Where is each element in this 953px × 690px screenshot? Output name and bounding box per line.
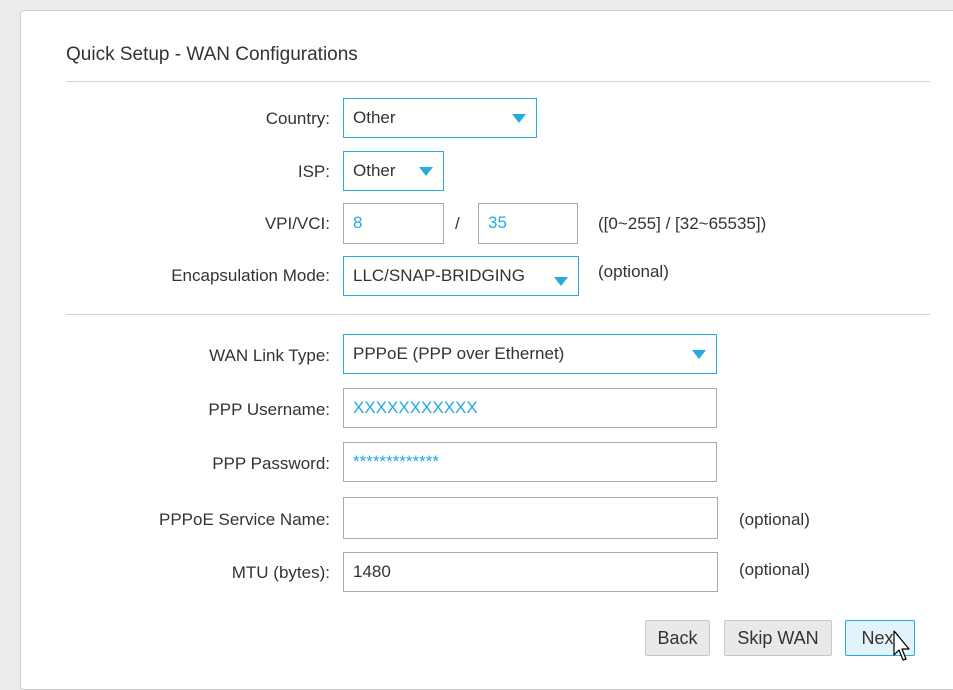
caret-down-icon <box>692 350 706 359</box>
pppoe-service-name-input[interactable] <box>343 497 718 539</box>
isp-value: Other <box>353 161 396 180</box>
vpi-vci-separator: / <box>455 214 460 233</box>
caret-down-icon <box>419 167 433 176</box>
vci-input[interactable]: 35 <box>478 203 578 244</box>
encapsulation-label: Encapsulation Mode: <box>171 266 330 285</box>
ppp-username-label: PPP Username: <box>208 400 330 419</box>
pppoe-service-name-label: PPPoE Service Name: <box>158 510 330 529</box>
back-button[interactable]: Back <box>645 620 710 656</box>
skip-wan-button[interactable]: Skip WAN <box>724 620 832 656</box>
isp-select[interactable]: Other <box>343 151 444 191</box>
isp-label: ISP: <box>297 162 330 181</box>
country-value: Other <box>353 108 396 127</box>
encapsulation-optional-note: (optional) <box>598 262 669 281</box>
caret-down-icon <box>512 114 526 123</box>
page-title: Quick Setup - WAN Configurations <box>66 44 358 65</box>
wan-link-type-label: WAN Link Type: <box>209 346 330 365</box>
ppp-password-input[interactable]: ************* <box>343 442 717 482</box>
mtu-label: MTU (bytes): <box>231 563 330 582</box>
section-divider-top <box>66 81 930 82</box>
encapsulation-select[interactable]: LLC/SNAP-BRIDGING <box>343 256 579 296</box>
caret-down-icon <box>554 277 568 286</box>
mtu-input[interactable]: 1480 <box>343 552 718 592</box>
vpi-input[interactable]: 8 <box>343 203 444 244</box>
country-label: Country: <box>265 109 330 128</box>
pppoe-service-optional-note: (optional) <box>739 510 810 529</box>
country-select[interactable]: Other <box>343 98 537 138</box>
wan-link-type-select[interactable]: PPPoE (PPP over Ethernet) <box>343 334 717 374</box>
ppp-username-input[interactable]: XXXXXXXXXXX <box>343 388 717 428</box>
vpi-vci-label: VPI/VCI: <box>264 214 330 233</box>
section-divider-middle <box>66 314 930 315</box>
vpi-vci-range-hint: ([0~255] / [32~65535]) <box>598 214 767 233</box>
wan-link-type-value: PPPoE (PPP over Ethernet) <box>353 344 565 363</box>
mouse-pointer-icon <box>893 630 910 661</box>
ppp-password-label: PPP Password: <box>212 454 330 473</box>
mtu-optional-note: (optional) <box>739 560 810 579</box>
encapsulation-value: LLC/SNAP-BRIDGING <box>353 266 525 285</box>
